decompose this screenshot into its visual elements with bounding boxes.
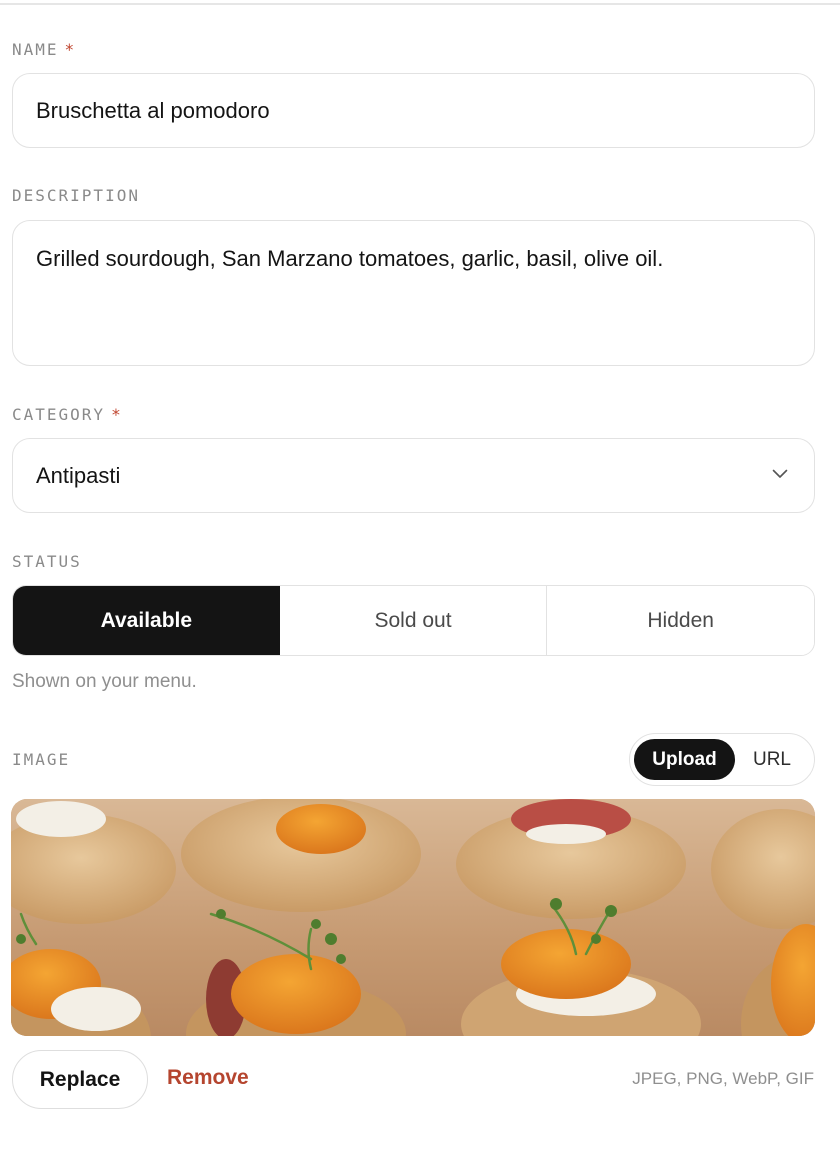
category-label: CATEGORY *	[12, 405, 123, 424]
description-value: Grilled sourdough, San Marzano tomatoes,…	[36, 246, 664, 271]
status-label: STATUS	[12, 552, 82, 571]
category-select[interactable]: Antipasti	[12, 438, 815, 513]
description-textarea[interactable]: Grilled sourdough, San Marzano tomatoes,…	[12, 220, 815, 366]
name-label: NAME *	[12, 40, 77, 59]
required-mark: *	[111, 405, 123, 424]
image-source-toggle: Upload URL	[629, 733, 815, 786]
status-segmented-control: Available Sold out Hidden	[12, 585, 815, 656]
supported-formats-text: JPEG, PNG, WebP, GIF	[632, 1069, 814, 1088]
top-divider	[0, 3, 840, 5]
replace-image-button[interactable]: Replace	[12, 1050, 148, 1109]
name-value: Bruschetta al pomodoro	[36, 98, 270, 123]
image-preview	[11, 799, 815, 1036]
status-option-available[interactable]: Available	[13, 586, 280, 655]
status-option-sold-out[interactable]: Sold out	[279, 586, 548, 655]
description-label: DESCRIPTION	[12, 186, 140, 205]
chevron-down-icon	[772, 469, 788, 478]
name-input[interactable]: Bruschetta al pomodoro	[12, 73, 815, 148]
category-value: Antipasti	[36, 463, 121, 488]
upload-toggle-option[interactable]: Upload	[634, 739, 735, 780]
status-option-hidden[interactable]: Hidden	[547, 586, 814, 655]
url-toggle-option[interactable]: URL	[742, 739, 802, 780]
status-help-text: Shown on your menu.	[12, 671, 197, 692]
image-label: IMAGE	[12, 750, 71, 769]
required-mark: *	[64, 40, 77, 59]
remove-image-button[interactable]: Remove	[167, 1066, 249, 1090]
